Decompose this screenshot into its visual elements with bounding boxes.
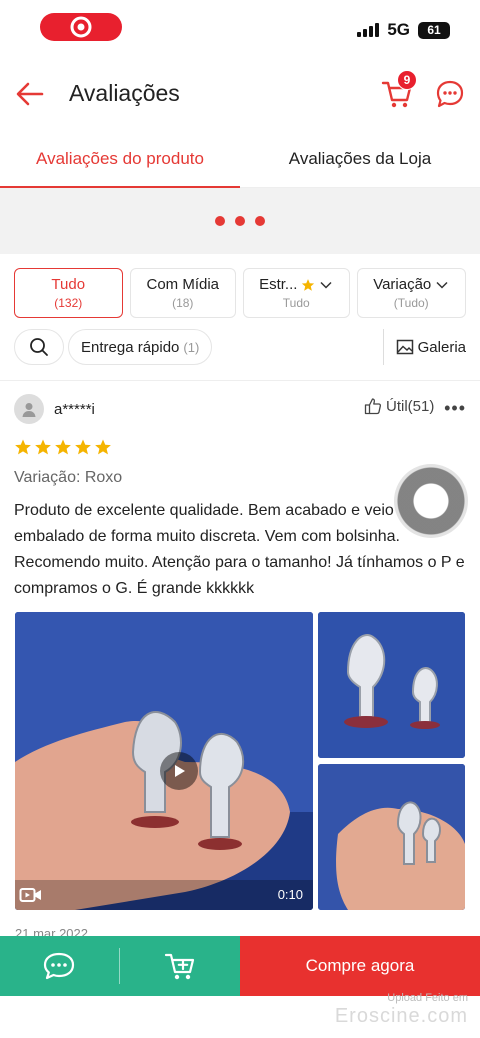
tab-product-reviews[interactable]: Avaliações do produto [0,130,240,189]
star-icon [95,439,111,455]
video-bar: 0:10 [15,880,313,910]
buy-now-button[interactable]: Compre agora [240,936,480,996]
reviewer-name: a*****i [54,401,95,418]
star-icon [302,278,315,291]
fast-delivery-label: Entrega rápido [81,338,180,356]
filter-stars-label: Estr... [259,276,298,293]
rating-stars [14,438,112,456]
bottom-action-bar: Compre agora [0,936,480,996]
watermark-line2: Eroscine.com [334,1005,468,1027]
filter-variation[interactable]: Variação (Tudo) [356,268,466,318]
divider [0,380,480,381]
helpful-count: Útil(51) [386,397,435,415]
filter-all-count: (132) [54,296,83,310]
loading-dot [235,216,245,226]
play-icon [175,765,185,777]
filter-all-label: Tudo [51,276,86,293]
cart-badge: 9 [397,70,417,90]
star-icon [35,439,51,455]
review-variation: Variação: Roxo [14,469,123,486]
filter-stars-sub: Tudo [282,296,310,310]
more-options-icon[interactable]: ••• [444,398,466,419]
status-bar: 5G 61 [0,0,480,60]
helpful-button[interactable]: Útil(51) [364,397,434,415]
user-icon [22,403,36,417]
battery-icon: 61 [418,21,450,39]
loading-dot [255,216,265,226]
star-icon [15,439,31,455]
touch-indicator [394,464,468,538]
header: Avaliações 9 [0,60,480,128]
review-video[interactable]: 0:10 [15,612,313,910]
loading-dot [215,216,225,226]
chat-icon[interactable] [434,78,466,110]
back-arrow-icon[interactable] [14,78,46,110]
filter-media-label: Com Mídia [146,276,220,293]
add-to-cart-icon[interactable] [164,950,198,982]
recording-indicator [40,13,122,41]
search-icon [30,338,48,356]
gallery-label: Galeria [417,338,466,356]
separator [119,948,120,984]
filter-variation-label: Variação [373,276,432,293]
star-icon [75,439,91,455]
tab-store-reviews[interactable]: Avaliações da Loja [240,130,480,188]
loading-indicator [0,188,480,254]
watermark-line1: Upload Feito em [387,992,468,1004]
video-duration: 0:10 [277,887,303,902]
target-icon [70,16,92,38]
gallery-button[interactable]: Galeria [382,329,466,365]
signal-icon [357,23,380,37]
chat-icon[interactable] [42,951,76,981]
review-photo[interactable] [318,612,465,758]
filter-all[interactable]: Tudo (132) [14,268,123,318]
thumbs-up-icon [364,398,381,415]
review-photo[interactable] [318,764,465,910]
network-label: 5G [387,20,410,39]
play-button[interactable] [160,752,198,790]
review-tabs: Avaliações do produto Avaliações da Loja [0,130,480,189]
page-title: Avaliações [69,80,180,106]
secondary-filters: Entrega rápido (1) Galeria [14,329,466,365]
image-icon [396,339,413,355]
filter-stars[interactable]: Estr... Tudo [243,268,350,318]
avatar [14,394,44,424]
chevron-down-icon [320,281,332,289]
bottom-left-actions [0,936,240,996]
chevron-down-icon [436,281,448,289]
search-button[interactable] [14,329,64,365]
filter-with-media[interactable]: Com Mídia (18) [129,268,236,318]
filter-fast-delivery[interactable]: Entrega rápido (1) [68,329,213,365]
photo-thumbnail [318,612,465,758]
star-icon [55,439,71,455]
photo-thumbnail [318,764,465,910]
filter-variation-sub: (Tudo) [393,296,429,310]
video-camera-icon [19,888,41,902]
filter-chips: Tudo (132) Com Mídia (18) Estr... Tudo V… [14,268,466,318]
filter-media-count: (18) [172,296,194,310]
fast-delivery-count: (1) [183,339,200,355]
